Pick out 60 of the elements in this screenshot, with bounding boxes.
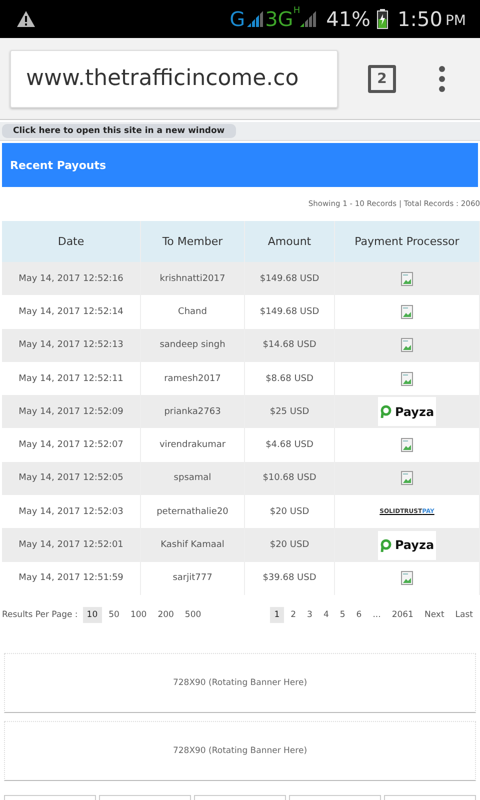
tab-count-button[interactable]: 2 (368, 64, 396, 92)
broken-image-icon (401, 438, 413, 452)
per-page-option[interactable]: 50 (104, 606, 124, 623)
network-type: 3G (265, 7, 294, 31)
network-subtype: H (293, 6, 300, 16)
broken-image-icon (401, 372, 413, 386)
per-page-option[interactable]: 200 (154, 606, 178, 623)
page-link[interactable]: 2 (286, 606, 300, 623)
page-link[interactable]: 4 (319, 606, 333, 623)
banner-caption: 728X90 (Rotating Banner Here) (172, 678, 308, 688)
clock-ampm: PM (445, 13, 466, 29)
table-cell: spsamal (141, 462, 245, 496)
broken-image-icon (401, 571, 413, 586)
page-link[interactable]: ... (368, 606, 385, 623)
panel-title: Recent Payouts (2, 143, 478, 187)
url-field[interactable]: www.thetrafficincome.co (10, 50, 338, 108)
table-cell: $25 USD (245, 395, 335, 428)
table-cell: $14.68 USD (245, 328, 335, 362)
broken-image-icon (401, 272, 413, 286)
battery-percent: 41% (326, 7, 371, 31)
table-cell: Kashif Kamaal (141, 528, 245, 562)
table-cell: $20 USD (245, 528, 335, 562)
table-cell: krishnatti2017 (141, 262, 245, 296)
page-link[interactable]: Next (420, 606, 448, 623)
signal-icon (247, 11, 266, 27)
table-cell: sarjit777 (141, 562, 245, 595)
page-link[interactable]: 1 (270, 606, 284, 623)
broken-image-icon (401, 471, 413, 486)
new-window-link[interactable]: Click here to open this site in a new window (2, 124, 236, 138)
page-link[interactable]: 5 (336, 606, 350, 623)
table-cell: prianka2763 (141, 395, 245, 428)
menu-icon[interactable] (438, 66, 446, 92)
table-cell: May 14, 2017 12:52:13 (2, 328, 141, 362)
table-cell: May 14, 2017 12:52:01 (2, 528, 141, 562)
payza-logo: Payza (378, 530, 436, 560)
per-page-option[interactable]: 500 (180, 606, 206, 623)
per-page-option[interactable]: 100 (126, 606, 151, 623)
table-cell: $39.68 USD (245, 562, 335, 595)
network-type: G (230, 7, 246, 31)
table-cell: May 14, 2017 12:51:59 (2, 562, 141, 595)
table-cell: May 14, 2017 12:52:05 (2, 462, 141, 496)
broken-image-icon (401, 304, 413, 319)
page-link[interactable]: 2061 (388, 606, 418, 623)
per-page-option[interactable]: 10 (82, 606, 102, 623)
payza-logo: Payza (378, 397, 436, 426)
table-cell: May 14, 2017 12:52:16 (2, 262, 141, 296)
table-cell: $149.68 USD (245, 262, 335, 296)
page-link[interactable]: Last (451, 606, 477, 623)
table-cell: $10.68 USD (245, 462, 335, 496)
broken-image-icon (401, 338, 413, 352)
clock-time: 1:50 (398, 7, 442, 31)
signal-icon (300, 11, 318, 27)
page-link[interactable]: 6 (352, 606, 366, 623)
banner-caption: 728X90 (Rotating Banner Here) (172, 746, 308, 756)
warning-icon (16, 10, 36, 28)
page-link[interactable]: 3 (303, 606, 316, 623)
per-page-label: Results Per Page : (2, 610, 78, 620)
table-cell: sandeep singh (141, 328, 245, 362)
battery-icon (376, 9, 388, 29)
table-cell: May 14, 2017 12:52:09 (2, 395, 141, 428)
